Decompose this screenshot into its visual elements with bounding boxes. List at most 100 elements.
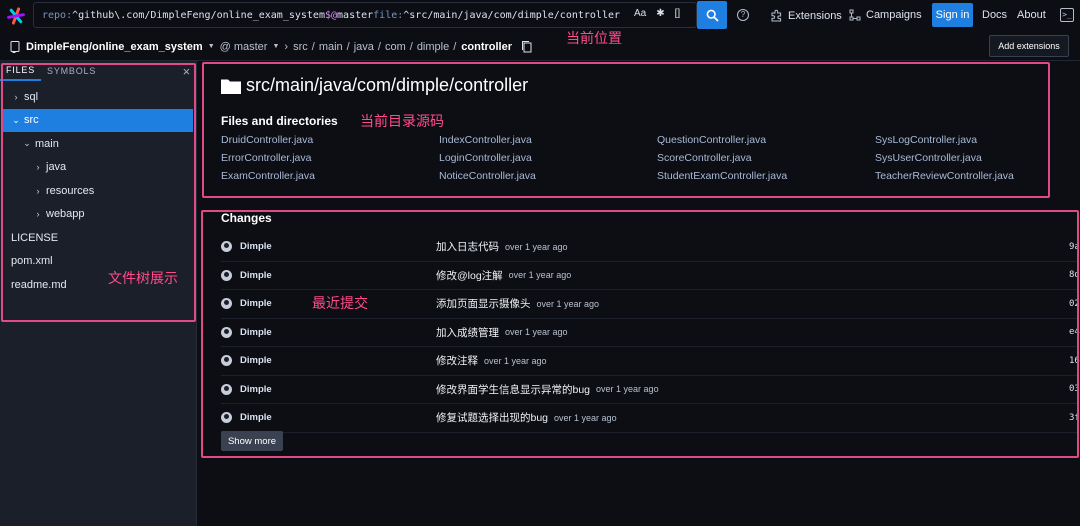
commit-hash[interactable]: e4305f9	[1069, 327, 1080, 337]
terminal-icon[interactable]: >_	[1060, 8, 1074, 22]
commit-hash[interactable]: 9a5dd59	[1069, 242, 1080, 252]
tree-item[interactable]: › resources	[3, 179, 193, 203]
commit-author[interactable]: Dimple	[240, 384, 436, 395]
commit-message[interactable]: 修改@log注解	[436, 268, 503, 283]
tree-item[interactable]: › webapp	[3, 203, 193, 227]
puzzle-icon	[771, 9, 782, 22]
commit-author[interactable]: Dimple	[240, 327, 436, 338]
file-link[interactable]: NoticeController.java	[439, 170, 657, 183]
user-avatar-icon	[221, 269, 232, 281]
extensions-link[interactable]: Extensions	[770, 9, 842, 22]
commit-author[interactable]: Dimple	[240, 355, 436, 366]
breadcrumb-segment[interactable]: com	[385, 41, 406, 53]
tree-item[interactable]: LICENSE	[3, 226, 193, 250]
commit-message[interactable]: 加入日志代码	[436, 239, 499, 254]
commit-hash[interactable]: 1683e02	[1069, 356, 1080, 366]
commit-hash[interactable]: 8da3d3b	[1069, 270, 1080, 280]
user-avatar-icon	[221, 298, 232, 310]
tab-symbols[interactable]: SYMBOLS	[41, 61, 102, 81]
user-avatar-icon	[221, 326, 232, 338]
add-extensions-button[interactable]: Add extensions	[989, 35, 1069, 57]
commit-time: over 1 year ago	[484, 355, 547, 366]
regex-toggle[interactable]: ✱	[656, 8, 664, 19]
docs-link[interactable]: Docs	[982, 9, 1007, 21]
chevron-down-icon[interactable]: ⌄	[11, 115, 21, 126]
commit-row: Dimple修复试题选择出现的bug over 1 year ago 3ff67da	[221, 404, 1080, 433]
annotation-commits: 最近提交	[312, 295, 368, 311]
branch-selector[interactable]: @ master	[220, 41, 268, 53]
sourcegraph-logo-icon[interactable]	[0, 0, 32, 32]
sign-in-button[interactable]: Sign in	[932, 3, 973, 27]
file-link[interactable]: IndexController.java	[439, 134, 657, 147]
commit-author[interactable]: Dimple	[240, 241, 436, 252]
user-avatar-icon	[221, 383, 232, 395]
repo-name-link[interactable]: DimpleFeng/online_exam_system	[26, 41, 203, 53]
tree-item[interactable]: ⌄ src	[3, 108, 193, 132]
about-link[interactable]: About	[1017, 9, 1046, 21]
chevron-right-icon[interactable]: ›	[11, 92, 21, 102]
breadcrumb-segment[interactable]: src	[293, 41, 308, 53]
structural-search-toggle[interactable]: []	[675, 8, 681, 19]
search-toggles: Aa ✱ []	[634, 8, 680, 19]
commit-message[interactable]: 修改注释	[436, 353, 478, 368]
search-query-token: file:	[373, 9, 404, 21]
case-sensitive-toggle[interactable]: Aa	[634, 8, 646, 19]
copy-path-icon[interactable]	[521, 40, 533, 53]
directory-title: src/main/java/com/dimple/controller	[220, 75, 528, 96]
search-input[interactable]: repo: ^github\.com/DimpleFeng/online_exam…	[33, 2, 697, 28]
app-root: repo: ^github\.com/DimpleFeng/online_exam…	[0, 0, 1080, 526]
tab-files[interactable]: FILES	[0, 61, 42, 81]
commit-message[interactable]: 加入成绩管理	[436, 325, 499, 340]
chevron-right-icon[interactable]: ›	[33, 162, 43, 172]
chevron-right-icon[interactable]: ›	[33, 186, 43, 196]
repo-dropdown-chevron-icon[interactable]: ▼	[208, 43, 215, 50]
commit-message[interactable]: 添加页面显示摄像头	[436, 296, 531, 311]
commit-author[interactable]: Dimple	[240, 412, 436, 423]
chevron-down-icon[interactable]: ⌄	[22, 138, 32, 149]
campaigns-link[interactable]: Campaigns	[849, 9, 922, 21]
file-link[interactable]: TeacherReviewController.java	[875, 170, 1051, 183]
breadcrumb-segment[interactable]: java	[354, 41, 374, 53]
file-link[interactable]: LoginController.java	[439, 152, 657, 165]
close-sidebar-icon[interactable]: ×	[183, 64, 191, 79]
file-link[interactable]: SysLogController.java	[875, 134, 1051, 147]
file-link[interactable]: ScoreController.java	[657, 152, 875, 165]
commit-row: Dimple修改界面学生信息显示异常的bug over 1 year ago 031…	[221, 376, 1080, 404]
commit-message[interactable]: 修复试题选择出现的bug	[436, 410, 548, 425]
commit-hash[interactable]: 026354c	[1069, 299, 1080, 309]
commit-hash[interactable]: 031f891	[1069, 384, 1080, 394]
branch-dropdown-chevron-icon[interactable]: ▼	[272, 43, 279, 50]
breadcrumb-separator-icon: ›	[284, 40, 289, 53]
breadcrumb-segment[interactable]: main	[319, 41, 343, 53]
file-link[interactable]: SysUserController.java	[875, 152, 1051, 165]
search-query-token: master	[337, 9, 374, 21]
commit-message[interactable]: 修改界面学生信息显示异常的bug	[436, 382, 590, 397]
sidebar-tabs: FILES SYMBOLS ×	[0, 61, 197, 81]
file-link[interactable]: ErrorController.java	[221, 152, 439, 165]
tree-item-label: sql	[24, 90, 39, 103]
commit-hash[interactable]: 3ff67da	[1069, 413, 1080, 423]
search-icon	[706, 9, 719, 22]
help-icon[interactable]: ?	[737, 9, 749, 21]
tree-item-label: webapp	[46, 208, 85, 221]
chevron-right-icon[interactable]: ›	[33, 209, 43, 219]
breadcrumb-slash: /	[311, 40, 315, 53]
file-link[interactable]: QuestionController.java	[657, 134, 875, 147]
file-link[interactable]: DruidController.java	[221, 134, 439, 147]
commit-author[interactable]: Dimple	[240, 270, 436, 281]
tree-item[interactable]: ⌄ main	[3, 132, 193, 156]
commit-row: Dimple修改注释 over 1 year ago 1683e02	[221, 347, 1080, 376]
tree-item[interactable]: › java	[3, 156, 193, 180]
commit-time: over 1 year ago	[596, 384, 659, 395]
breadcrumb-slash: /	[346, 40, 350, 53]
show-more-button[interactable]: Show more	[221, 431, 283, 451]
tree-item[interactable]: › sql	[3, 85, 193, 109]
breadcrumb-segment[interactable]: dimple	[417, 41, 449, 53]
campaigns-label: Campaigns	[866, 9, 922, 21]
annotation-source: 当前目录源码	[360, 113, 444, 129]
tree-item-label: src	[24, 114, 39, 127]
file-link[interactable]: ExamController.java	[221, 170, 439, 183]
file-link[interactable]: StudentExamController.java	[657, 170, 875, 183]
folder-icon	[221, 79, 241, 94]
search-button[interactable]	[697, 1, 727, 29]
